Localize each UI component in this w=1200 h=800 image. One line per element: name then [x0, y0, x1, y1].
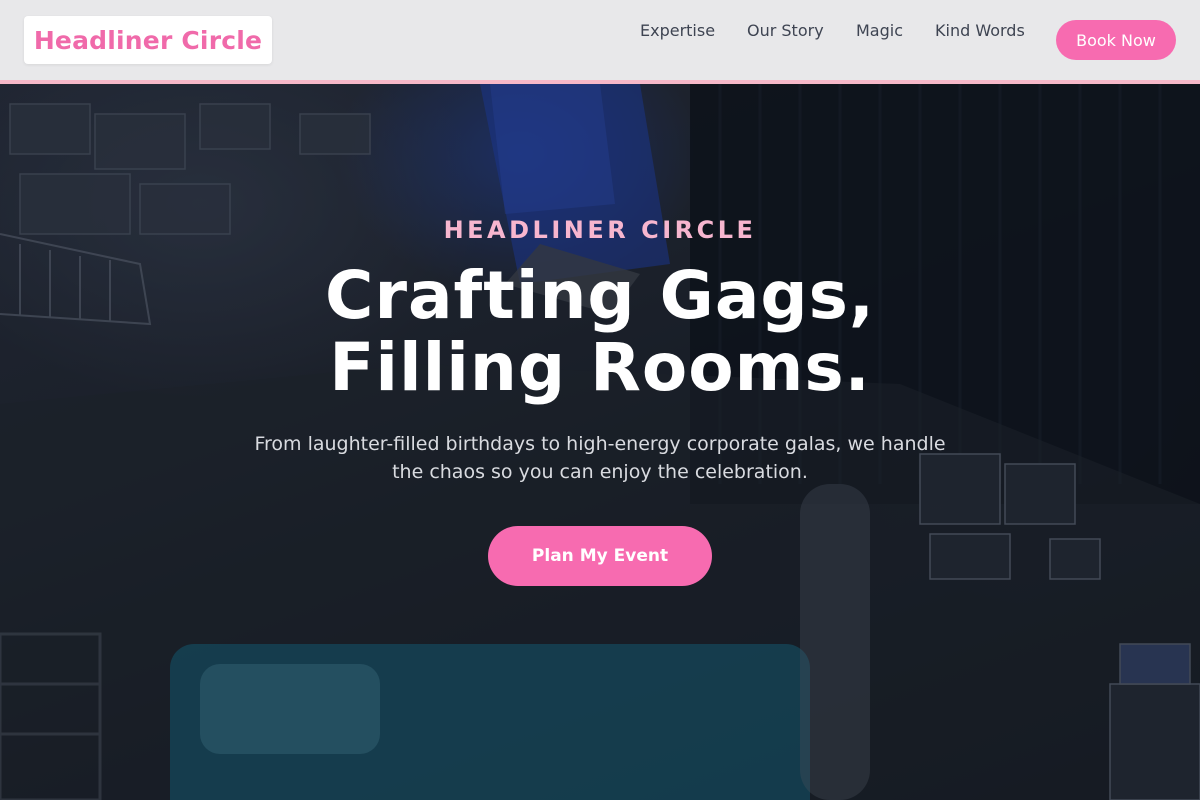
nav-link-our-story[interactable]: Our Story — [747, 21, 824, 40]
hero-headline: Crafting Gags, Filling Rooms. — [325, 257, 875, 406]
hero-eyebrow: HEADLINER CIRCLE — [443, 216, 757, 244]
landing-page: Headliner Circle Expertise Our Story Mag… — [0, 0, 1200, 800]
logo-text: Headliner Circle — [33, 25, 263, 55]
nav-link-kind-words[interactable]: Kind Words — [935, 21, 1025, 40]
plan-my-event-button[interactable]: Plan My Event — [488, 526, 712, 586]
logo[interactable]: Headliner Circle — [24, 16, 272, 64]
book-now-button[interactable]: Book Now — [1056, 20, 1176, 60]
nav-link-expertise[interactable]: Expertise — [640, 21, 715, 40]
hero-subheadline: From laughter-filled birthdays to high-e… — [254, 433, 946, 483]
site-header: Headliner Circle Expertise Our Story Mag… — [0, 0, 1200, 84]
hero-section: HEADLINER CIRCLE Crafting Gags, Filling … — [0, 84, 1200, 800]
hero-content: HEADLINER CIRCLE Crafting Gags, Filling … — [0, 84, 1200, 800]
nav-link-magic[interactable]: Magic — [856, 21, 903, 40]
